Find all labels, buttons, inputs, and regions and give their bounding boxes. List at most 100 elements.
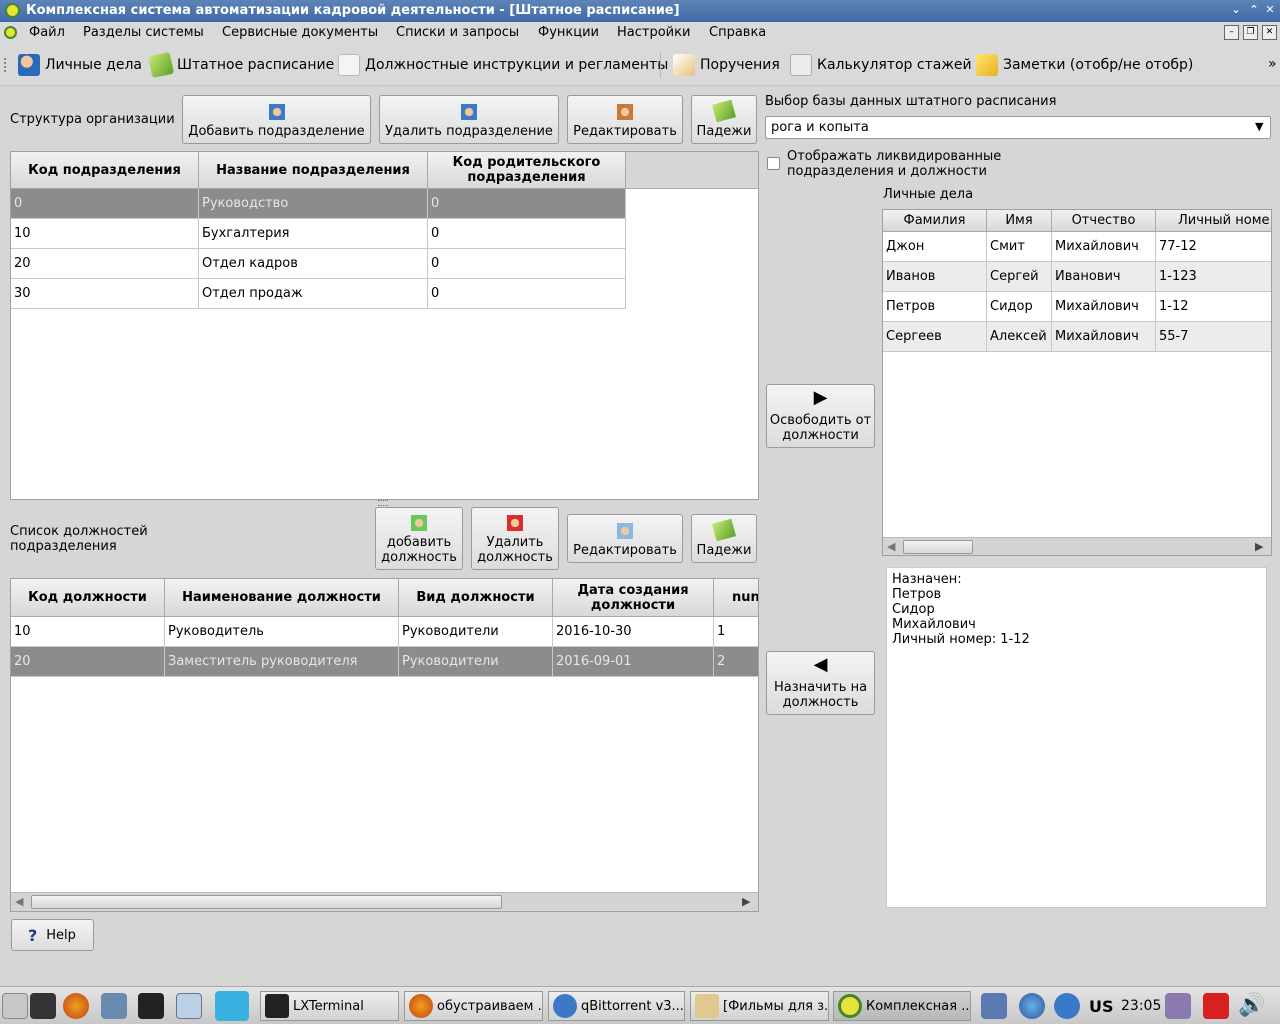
table-cell[interactable]: Заместитель руководителя [165,647,399,677]
personnel-hscrollbar[interactable]: ◀ ▶ [883,537,1271,555]
table-cell[interactable]: 1 [714,617,758,647]
table-cell[interactable]: 2 [714,647,758,677]
table-cell[interactable]: Отдел кадров [199,249,428,279]
col-header[interactable]: Наименование должности [165,579,399,617]
table-cell[interactable]: Иванов [883,262,987,292]
col-header[interactable]: Код должности [11,579,165,617]
scroll-thumb[interactable] [903,540,973,554]
menu-sections[interactable]: Разделы системы [83,25,204,40]
table-cell[interactable]: 1-123 [1156,262,1271,292]
task-firefox[interactable]: обустраиваем ... [404,991,543,1021]
col-header[interactable]: Название подразделения [199,152,428,189]
table-cell[interactable]: 10 [11,219,199,249]
table-cell[interactable]: Михайлович [1052,322,1156,352]
volume-icon[interactable]: 🔊 [1238,993,1265,1018]
table-cell[interactable]: Михайлович [1052,292,1156,322]
menu-service-docs[interactable]: Сервисные документы [222,25,378,40]
splitter-handle[interactable] [378,500,388,506]
toolbar-notes[interactable]: Заметки (отобр/не отобр) [976,52,1193,78]
col-header[interactable]: nun [714,579,758,617]
assign-to-position-button[interactable]: ◀ Назначить на должность [766,651,875,715]
menu-lists[interactable]: Списки и запросы [396,25,519,40]
table-cell[interactable]: Смит [987,232,1052,262]
menu-functions[interactable]: Функции [538,25,599,40]
table-cell[interactable]: 30 [11,279,199,309]
col-header[interactable]: Имя [987,210,1052,232]
task-lxterminal[interactable]: LXTerminal [260,991,399,1021]
table-cell[interactable]: 1-12 [1156,292,1271,322]
toolbar-calculator[interactable]: Калькулятор стажей [790,52,972,78]
table-cell[interactable]: 10 [11,617,165,647]
add-position-button[interactable]: добавить должность [375,507,463,570]
table-cell[interactable]: Джон [883,232,987,262]
toolbar-more-icon[interactable]: » [1268,56,1277,72]
table-cell[interactable]: 0 [428,189,626,219]
menu-file[interactable]: Файл [29,25,65,40]
db-select[interactable]: рога и копыта ▼ [765,116,1271,139]
keyboard-layout[interactable]: US [1089,997,1114,1016]
toolbar-instructions[interactable]: Должностные инструкции и регламенты [338,52,668,78]
table-cell[interactable]: 20 [11,647,165,677]
app-menu-icon[interactable] [4,26,17,39]
terminal-icon[interactable] [138,993,164,1019]
table-cell[interactable]: 2016-09-01 [553,647,714,677]
col-header[interactable]: Личный номе [1156,210,1271,232]
table-cell[interactable]: Петров [883,292,987,322]
table-cell[interactable]: 55-7 [1156,322,1271,352]
network-icon[interactable] [981,993,1007,1019]
scroll-right-icon[interactable]: ▶ [742,895,750,908]
table-cell[interactable]: Руководитель [165,617,399,647]
scroll-left-icon[interactable]: ◀ [887,540,895,553]
table-cell[interactable]: Сидор [987,292,1052,322]
add-department-button[interactable]: Добавить подразделение [182,95,371,144]
scroll-thumb[interactable] [31,895,502,909]
edit-department-button[interactable]: Редактировать [567,95,683,144]
table-cell[interactable]: Руководство [199,189,428,219]
scroll-left-icon[interactable]: ◀ [15,895,23,908]
toolbar-staff-schedule[interactable]: Штатное расписание [147,51,334,79]
col-header[interactable]: Фамилия [883,210,987,232]
firefox-icon[interactable] [63,993,89,1019]
chevron-up-icon[interactable]: ⌃ [1246,2,1262,18]
table-cell[interactable]: Бухгалтерия [199,219,428,249]
table-cell[interactable]: Иванович [1052,262,1156,292]
col-header[interactable]: Вид должности [399,579,553,617]
help-button[interactable]: ? Help [11,919,94,951]
windows-icon[interactable] [176,993,202,1019]
col-header[interactable]: Код родительского подразделения [428,152,626,189]
table-cell[interactable]: Руководители [399,617,553,647]
desktop-icon[interactable] [2,993,28,1019]
table-cell[interactable]: 0 [428,219,626,249]
chevron-down-icon[interactable]: ⌄ [1228,2,1244,18]
release-from-position-button[interactable]: ▶ Освободить от должности [766,384,875,448]
department-cases-button[interactable]: Падежи [691,95,757,144]
clock[interactable]: 23:05 [1121,998,1161,1014]
table-cell[interactable]: Сергей [987,262,1052,292]
mdi-minimize-icon[interactable]: – [1224,25,1239,40]
qbittorrent-tray-icon[interactable] [1054,993,1080,1019]
delete-position-button[interactable]: Удалить должность [471,507,559,570]
table-cell[interactable]: Руководители [399,647,553,677]
table-cell[interactable]: 20 [11,249,199,279]
table-cell[interactable]: 0 [428,279,626,309]
toolbar-personal-files[interactable]: Личные дела [18,52,142,78]
task-folder[interactable]: [Фильмы для з... [690,991,829,1021]
globe-icon[interactable] [1019,993,1045,1019]
show-liquidated-checkbox[interactable] [767,157,780,170]
positions-hscrollbar[interactable]: ◀ ▶ [11,892,758,911]
mdi-close-icon[interactable]: ✕ [1262,25,1277,40]
close-icon[interactable]: ✕ [1262,2,1278,18]
lock-icon[interactable] [1165,993,1191,1019]
file-manager-icon[interactable] [30,993,56,1019]
table-cell[interactable]: Сергеев [883,322,987,352]
menu-settings[interactable]: Настройки [617,25,690,40]
toolbar-assignments[interactable]: Поручения [673,52,780,78]
task-qbittorrent[interactable]: qBittorrent v3.... [548,991,685,1021]
table-cell[interactable]: 0 [428,249,626,279]
network-tool-icon[interactable] [101,993,127,1019]
task-hr-system[interactable]: Комплексная ... [833,991,971,1021]
delete-department-button[interactable]: Удалить подразделение [379,95,559,144]
table-cell[interactable]: 2016-10-30 [553,617,714,647]
col-header[interactable]: Дата создания должности [553,579,714,617]
table-cell[interactable]: 0 [11,189,199,219]
